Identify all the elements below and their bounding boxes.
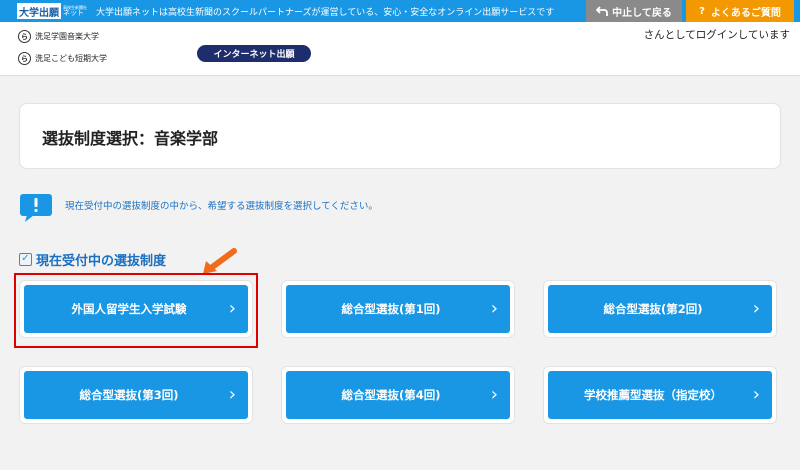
option-card: 総合型選抜(第1回) › xyxy=(281,280,515,338)
site-logo[interactable]: 大学出願 高校生新聞社 ネット xyxy=(17,3,87,19)
chevron-right-icon: › xyxy=(752,298,760,319)
school-link-music-college[interactable]: ら 洗足学園音楽大学 xyxy=(18,30,99,43)
option-label: 総合型選抜(第3回) xyxy=(79,388,179,402)
option-label: 学校推薦型選抜（指定校） xyxy=(584,388,722,402)
option-comprehensive-3-button[interactable]: 総合型選抜(第3回) › xyxy=(24,371,248,419)
chevron-right-icon: › xyxy=(228,384,236,405)
return-arrow-icon xyxy=(596,5,609,16)
chevron-right-icon: › xyxy=(490,384,498,405)
cancel-and-back-button[interactable]: 中止して戻る xyxy=(586,0,682,22)
option-label: 総合型選抜(第2回) xyxy=(603,302,703,316)
section-title: 現在受付中の選抜制度 xyxy=(36,254,167,269)
faq-label: よくあるご質問 xyxy=(710,7,781,19)
logo-sub: 高校生新聞社 ネット xyxy=(61,3,87,19)
option-card: 総合型選抜(第3回) › xyxy=(19,366,253,424)
school-name: 洗足こども短期大学 xyxy=(35,54,107,63)
section-heading: ✓ 現在受付中の選抜制度 xyxy=(19,250,166,269)
cancel-and-back-label: 中止して戻る xyxy=(612,7,672,19)
option-school-recommendation-button[interactable]: 学校推薦型選抜（指定校） › xyxy=(548,371,772,419)
option-label: 総合型選抜(第4回) xyxy=(341,388,441,402)
option-foreign-student-exam-button[interactable]: 外国人留学生入学試験 › xyxy=(24,285,248,333)
page-title-card: 選抜制度選択：音楽学部 xyxy=(19,103,781,169)
option-card: 総合型選抜(第2回) › xyxy=(543,280,777,338)
faq-button[interactable]: ? よくあるご質問 xyxy=(686,0,794,22)
option-comprehensive-1-button[interactable]: 総合型選抜(第1回) › xyxy=(286,285,510,333)
option-label: 外国人留学生入学試験 xyxy=(71,302,187,316)
site-tagline: 大学出願ネットは高校生新聞のスクールパートナーズが運営している、安心・安全なオン… xyxy=(96,8,555,18)
school-name: 洗足学園音楽大学 xyxy=(35,32,99,41)
info-speech-bubble-icon xyxy=(20,194,52,222)
chevron-right-icon: › xyxy=(752,384,760,405)
chevron-right-icon: › xyxy=(228,298,236,319)
option-comprehensive-2-button[interactable]: 総合型選抜(第2回) › xyxy=(548,285,772,333)
school-emblem-icon: ら xyxy=(18,52,31,65)
option-card: 学校推薦型選抜（指定校） › xyxy=(543,366,777,424)
option-comprehensive-4-button[interactable]: 総合型選抜(第4回) › xyxy=(286,371,510,419)
top-banner: 大学出願 高校生新聞社 ネット 大学出願ネットは高校生新聞のスクールパートナーズ… xyxy=(0,0,800,22)
chevron-right-icon: › xyxy=(490,298,498,319)
instruction-message: 現在受付中の選抜制度の中から、希望する選抜制度を選択してください。 xyxy=(65,201,378,212)
login-status: さんとしてログインしています xyxy=(643,29,790,41)
school-emblem-icon: ら xyxy=(18,30,31,43)
school-link-junior-college[interactable]: ら 洗足こども短期大学 xyxy=(18,52,107,65)
internet-application-badge: インターネット出願 xyxy=(197,45,311,62)
option-card: 総合型選抜(第4回) › xyxy=(281,366,515,424)
option-label: 総合型選抜(第1回) xyxy=(341,302,441,316)
option-card: 外国人留学生入学試験 › xyxy=(19,280,253,338)
question-icon: ? xyxy=(699,5,705,17)
checkbox-icon: ✓ xyxy=(19,253,32,266)
logo-sub-text: ネット xyxy=(63,8,84,17)
site-header: ら 洗足学園音楽大学 ら 洗足こども短期大学 インターネット出願 さんとしてログ… xyxy=(0,22,800,76)
logo-main-text: 大学出願 xyxy=(17,3,61,19)
page-title: 選抜制度選択：音楽学部 xyxy=(42,129,219,148)
